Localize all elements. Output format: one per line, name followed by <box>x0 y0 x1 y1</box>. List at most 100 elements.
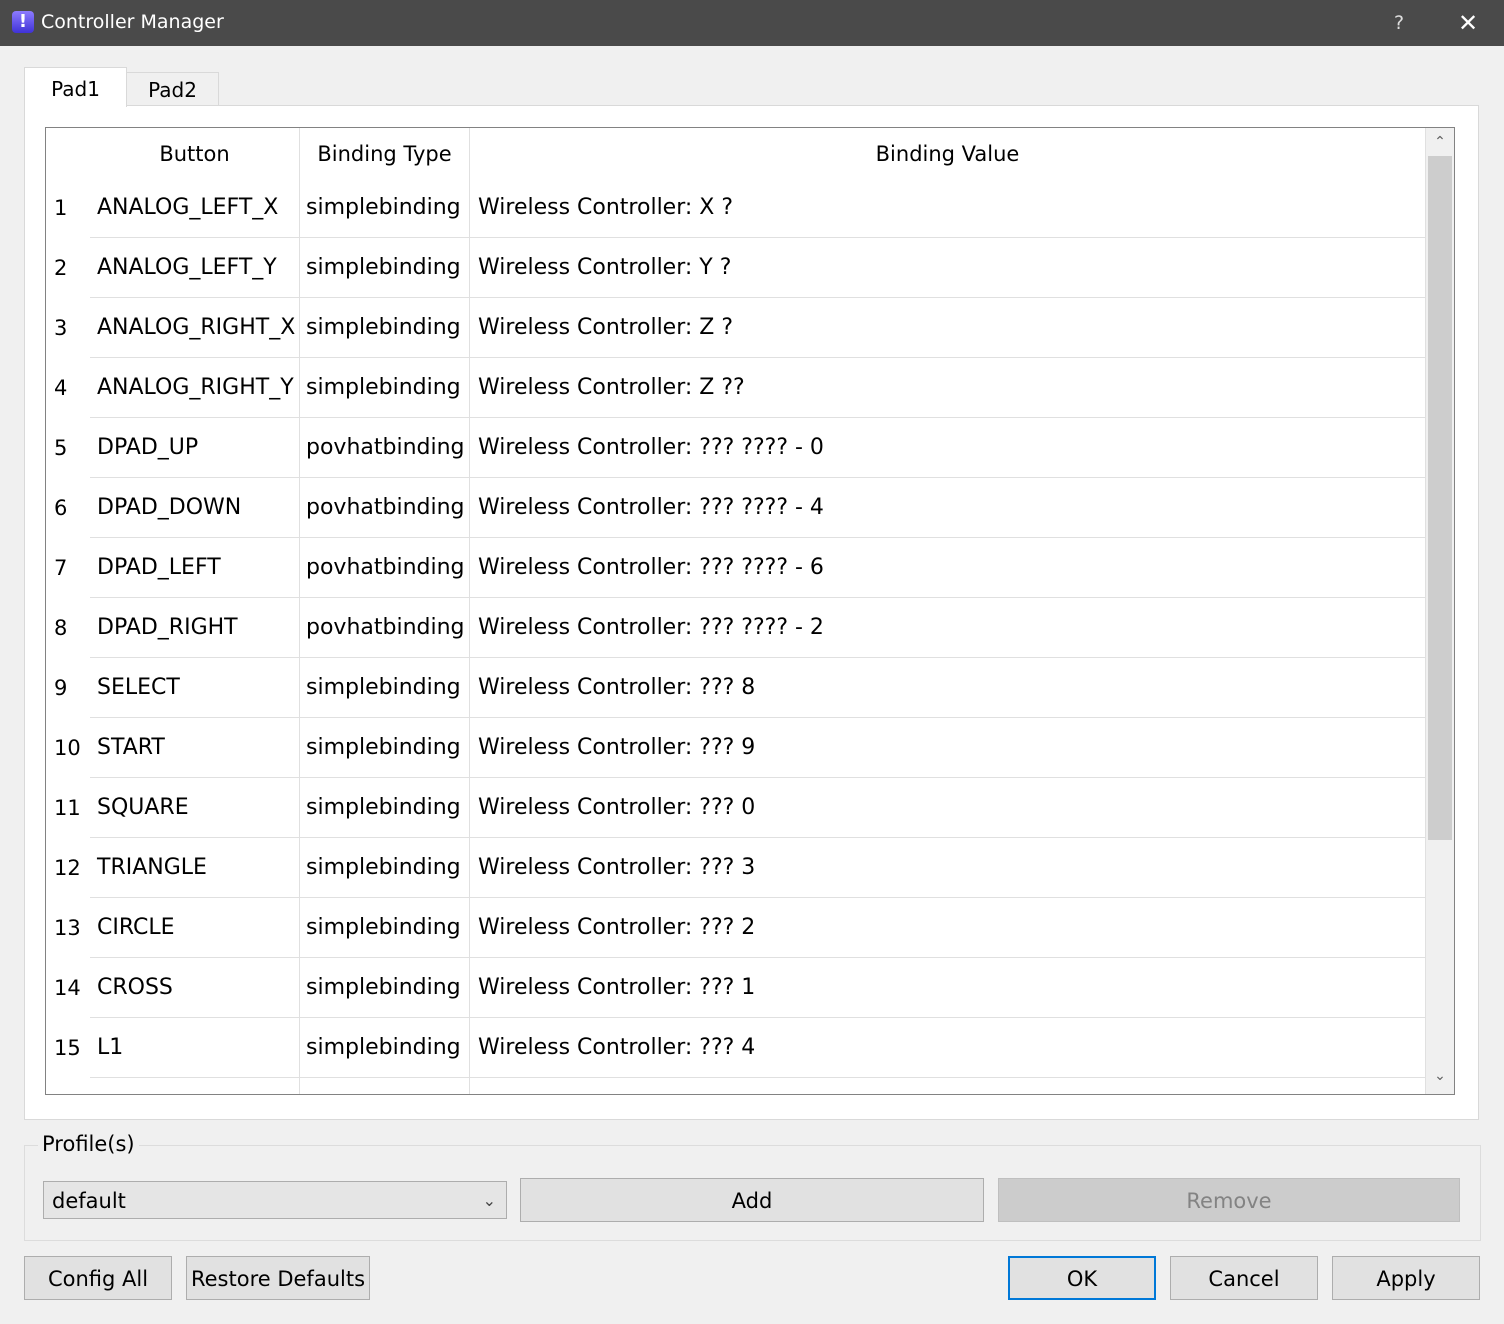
button-cell[interactable]: START <box>90 718 300 778</box>
binding-value-cell[interactable]: Wireless Controller: Z ?? <box>470 358 1426 418</box>
row-number: 2 <box>54 256 68 280</box>
table-row[interactable]: 14 CROSS simplebinding Wireless Controller:… <box>46 958 1426 1018</box>
table-corner <box>46 128 90 178</box>
button-cell[interactable]: DPAD_RIGHT <box>90 598 300 658</box>
button-cell[interactable]: CIRCLE <box>90 898 300 958</box>
cancel-button[interactable]: Cancel <box>1170 1256 1318 1300</box>
binding-type-cell[interactable]: simplebinding <box>299 838 470 898</box>
binding-type-cell[interactable]: simplebinding <box>299 298 470 358</box>
add-profile-button[interactable]: Add <box>520 1178 984 1222</box>
binding-value-cell[interactable]: Wireless Controller: ??? 4 <box>470 1018 1426 1078</box>
scroll-up-icon[interactable]: ⌃ <box>1426 134 1454 154</box>
row-number: 8 <box>54 616 68 640</box>
apply-button[interactable]: Apply <box>1332 1256 1480 1300</box>
profiles-group-label: Profile(s) <box>38 1132 139 1156</box>
binding-value-cell[interactable]: Wireless Controller: ??? 8 <box>470 658 1426 718</box>
button-cell[interactable]: SELECT <box>90 658 300 718</box>
binding-type-cell[interactable]: simplebinding <box>299 898 470 958</box>
row-number: 15 <box>54 1036 81 1060</box>
table-row[interactable]: 11 SQUARE simplebinding Wireless Controller… <box>46 778 1426 838</box>
binding-type-cell[interactable]: povhatbinding <box>299 538 470 598</box>
table-row[interactable]: 15 L1 simplebinding Wireless Controller: ??… <box>46 1018 1426 1078</box>
app-exclamation-icon: ! <box>12 11 34 33</box>
tab-pad1[interactable]: Pad1 <box>24 67 127 107</box>
row-number: 7 <box>54 556 68 580</box>
binding-type-cell[interactable]: simplebinding <box>299 1018 470 1078</box>
remove-profile-button[interactable]: Remove <box>998 1178 1460 1222</box>
table-row[interactable]: 8 DPAD_RIGHT povhatbinding Wireless Control… <box>46 598 1426 658</box>
binding-type-cell[interactable]: simplebinding <box>299 778 470 838</box>
binding-value-cell[interactable]: Wireless Controller: ??? 3 <box>470 838 1426 898</box>
table-row[interactable] <box>46 1078 1426 1094</box>
button-cell[interactable]: DPAD_UP <box>90 418 300 478</box>
binding-type-cell[interactable]: simplebinding <box>299 358 470 418</box>
button-cell[interactable]: CROSS <box>90 958 300 1018</box>
restore-defaults-button[interactable]: Restore Defaults <box>186 1256 370 1300</box>
binding-type-cell[interactable]: simplebinding <box>299 238 470 298</box>
button-cell[interactable]: ANALOG_LEFT_Y <box>90 238 300 298</box>
binding-type-cell[interactable]: simplebinding <box>299 958 470 1018</box>
button-cell[interactable]: DPAD_DOWN <box>90 478 300 538</box>
button-cell[interactable]: ANALOG_RIGHT_X <box>90 298 300 358</box>
binding-value-cell[interactable]: Wireless Controller: ??? ???? - 2 <box>470 598 1426 658</box>
binding-value-cell[interactable]: Wireless Controller: ??? ???? - 0 <box>470 418 1426 478</box>
binding-value-cell[interactable]: Wireless Controller: ??? 0 <box>470 778 1426 838</box>
row-number: 10 <box>54 736 81 760</box>
chevron-down-icon: ⌄ <box>482 1191 496 1210</box>
profile-select[interactable]: default ⌄ <box>43 1181 507 1219</box>
binding-value-cell[interactable]: Wireless Controller: ??? 9 <box>470 718 1426 778</box>
title-bar: ! Controller Manager ? ✕ <box>0 0 1504 46</box>
scroll-down-icon[interactable]: ⌄ <box>1426 1068 1454 1088</box>
tab-pad2[interactable]: Pad2 <box>126 72 219 105</box>
binding-type-cell[interactable]: povhatbinding <box>299 478 470 538</box>
row-number: 1 <box>54 196 68 220</box>
button-cell[interactable]: L1 <box>90 1018 300 1078</box>
binding-type-cell[interactable]: simplebinding <box>299 658 470 718</box>
binding-value-cell[interactable]: Wireless Controller: Z ? <box>470 298 1426 358</box>
row-number: 3 <box>54 316 68 340</box>
binding-value-cell[interactable]: Wireless Controller: ??? ???? - 6 <box>470 538 1426 598</box>
binding-value-cell[interactable]: Wireless Controller: ??? ???? - 4 <box>470 478 1426 538</box>
table-row[interactable]: 5 DPAD_UP povhatbinding Wireless Controller… <box>46 418 1426 478</box>
button-cell[interactable]: SQUARE <box>90 778 300 838</box>
binding-value-cell[interactable] <box>470 1078 1426 1094</box>
row-number: 4 <box>54 376 68 400</box>
table-row[interactable]: 4 ANALOG_RIGHT_Y simplebinding Wireless Con… <box>46 358 1426 418</box>
help-button[interactable]: ? <box>1388 8 1410 38</box>
header-button[interactable]: Button <box>90 128 300 178</box>
scroll-thumb[interactable] <box>1428 156 1452 840</box>
binding-value-cell[interactable]: Wireless Controller: ??? 1 <box>470 958 1426 1018</box>
table-row[interactable]: 3 ANALOG_RIGHT_X simplebinding Wireless Con… <box>46 298 1426 358</box>
table-row[interactable]: 1 ANALOG_LEFT_X simplebinding Wireless Cont… <box>46 178 1426 238</box>
button-cell[interactable] <box>90 1078 300 1094</box>
binding-type-cell[interactable]: simplebinding <box>299 718 470 778</box>
button-cell[interactable]: ANALOG_RIGHT_Y <box>90 358 300 418</box>
table-row[interactable]: 2 ANALOG_LEFT_Y simplebinding Wireless Cont… <box>46 238 1426 298</box>
binding-value-cell[interactable]: Wireless Controller: X ? <box>470 178 1426 238</box>
ok-button[interactable]: OK <box>1008 1256 1156 1300</box>
binding-value-cell[interactable]: Wireless Controller: Y ? <box>470 238 1426 298</box>
button-cell[interactable]: TRIANGLE <box>90 838 300 898</box>
button-cell[interactable]: ANALOG_LEFT_X <box>90 178 300 238</box>
button-cell[interactable]: DPAD_LEFT <box>90 538 300 598</box>
table-row[interactable]: 9 SELECT simplebinding Wireless Controller:… <box>46 658 1426 718</box>
binding-type-cell[interactable]: povhatbinding <box>299 598 470 658</box>
row-number: 11 <box>54 796 81 820</box>
window-title: Controller Manager <box>41 11 224 33</box>
config-all-button[interactable]: Config All <box>24 1256 172 1300</box>
table-row[interactable]: 7 DPAD_LEFT povhatbinding Wireless Controll… <box>46 538 1426 598</box>
table-row[interactable]: 12 TRIANGLE simplebinding Wireless Controll… <box>46 838 1426 898</box>
binding-type-cell[interactable]: povhatbinding <box>299 418 470 478</box>
table-row[interactable]: 13 CIRCLE simplebinding Wireless Controller… <box>46 898 1426 958</box>
binding-type-cell[interactable] <box>299 1078 470 1094</box>
close-button[interactable]: ✕ <box>1448 6 1488 40</box>
binding-type-cell[interactable]: simplebinding <box>299 178 470 238</box>
table-row[interactable]: 10 START simplebinding Wireless Controller:… <box>46 718 1426 778</box>
header-binding-value[interactable]: Binding Value <box>470 128 1426 178</box>
table-row[interactable]: 6 DPAD_DOWN povhatbinding Wireless Controll… <box>46 478 1426 538</box>
vertical-scrollbar[interactable]: ⌃ ⌄ <box>1426 128 1454 1094</box>
binding-value-cell[interactable]: Wireless Controller: ??? 2 <box>470 898 1426 958</box>
row-number: 5 <box>54 436 68 460</box>
header-binding-type[interactable]: Binding Type <box>300 128 470 178</box>
binding-table: Button Binding Type Binding Value 1 ANALO… <box>45 127 1455 1095</box>
